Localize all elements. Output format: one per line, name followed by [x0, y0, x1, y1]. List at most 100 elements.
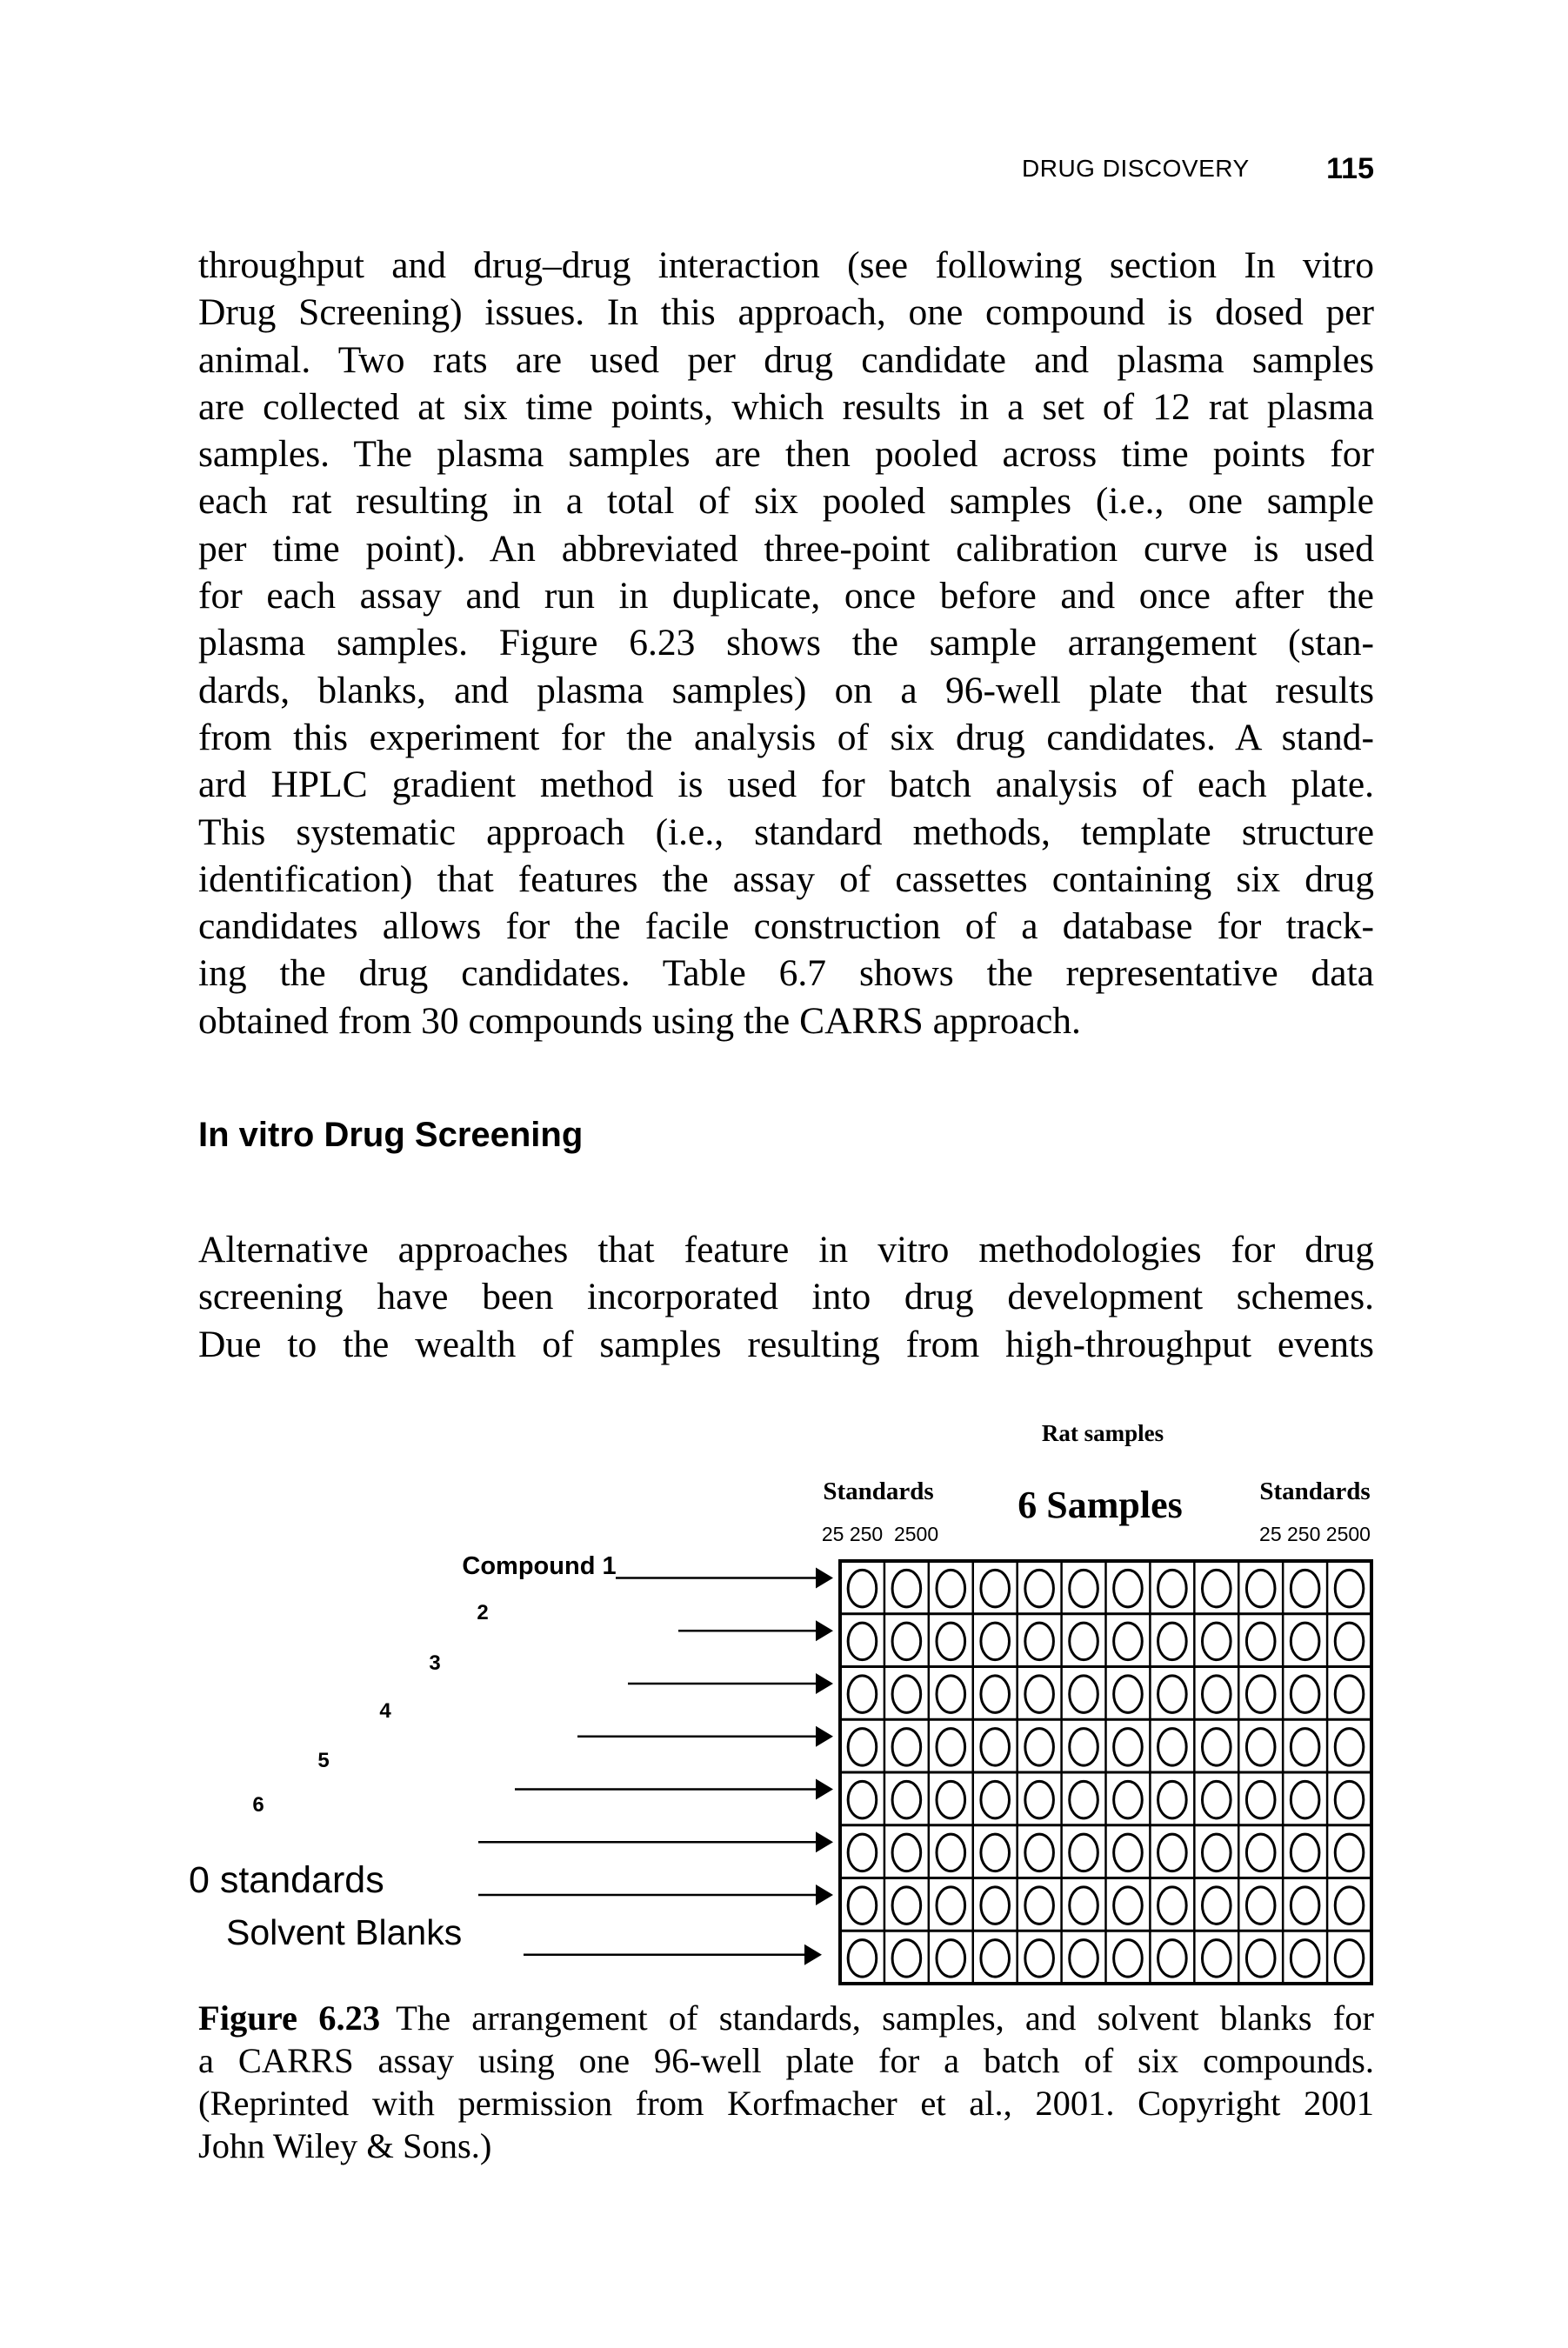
- caption-figure-label: Figure 6.23: [198, 1998, 381, 2038]
- well: [1244, 1832, 1277, 1873]
- text-line: Due to the wealth of samples resulting f…: [198, 1323, 1374, 1365]
- well: [1244, 1568, 1277, 1609]
- well: [1024, 1938, 1055, 1978]
- well: [935, 1621, 967, 1662]
- well: [1244, 1727, 1277, 1767]
- well: [891, 1885, 923, 1925]
- well: [1068, 1938, 1099, 1978]
- text-line: each rat resulting in a total of six poo…: [198, 480, 1374, 523]
- well: [1068, 1832, 1099, 1873]
- well: [979, 1568, 1011, 1609]
- body-paragraph-2: Alternative approaches that feature in v…: [198, 1226, 1374, 1368]
- row-arrows: [478, 1567, 833, 1965]
- text-line: plasma samples. Figure 6.23 shows the sa…: [198, 622, 1374, 664]
- arrowhead-icon: [816, 1884, 833, 1905]
- well: [1024, 1674, 1055, 1714]
- well: [1157, 1727, 1188, 1767]
- well: [846, 1727, 878, 1767]
- well: [1157, 1621, 1188, 1662]
- arrowhead-icon: [816, 1778, 833, 1800]
- text-line: ing the drug candidates. Table 6.7 shows…: [198, 952, 1374, 995]
- well: [1112, 1885, 1144, 1925]
- row-label: 0 standards: [189, 1859, 384, 1901]
- text-line: identification) that features the assay …: [198, 857, 1374, 900]
- well-plate: [838, 1559, 1373, 1985]
- text-line: samples. The plasma samples are then poo…: [198, 433, 1374, 476]
- well: [891, 1832, 923, 1873]
- well: [1200, 1832, 1232, 1873]
- arrowhead-icon: [816, 1672, 833, 1694]
- well: [1024, 1568, 1055, 1609]
- well: [1112, 1779, 1144, 1820]
- body-paragraph-1: throughput and drug–drug interaction (se…: [198, 242, 1374, 1044]
- well: [935, 1832, 967, 1873]
- well: [1068, 1727, 1099, 1767]
- well: [1289, 1727, 1321, 1767]
- row-label: Solvent Blanks: [226, 1912, 462, 1952]
- well: [1200, 1779, 1232, 1820]
- text-line: screening have been incorporated into dr…: [198, 1276, 1374, 1318]
- left-standards-label: Standards: [823, 1478, 933, 1505]
- section-heading: In vitro Drug Screening: [198, 1116, 584, 1154]
- well: [935, 1568, 967, 1609]
- well: [1112, 1727, 1144, 1767]
- well: [846, 1832, 878, 1873]
- well: [935, 1938, 967, 1978]
- row-label: 4: [379, 1699, 391, 1723]
- well: [1289, 1779, 1321, 1820]
- well: [1157, 1779, 1188, 1820]
- well: [1333, 1621, 1365, 1662]
- well: [979, 1621, 1011, 1662]
- well: [1112, 1938, 1144, 1978]
- caption-line: a CARRS assay using one 96-well plate fo…: [198, 2041, 1374, 2080]
- well: [1200, 1885, 1232, 1925]
- row-labels: Compound 1 2 3 4 5 6 0 standards Solvent Blanks: [189, 1552, 617, 1952]
- well: [1289, 1938, 1321, 1978]
- well: [891, 1938, 923, 1978]
- text-line: per time point). An abbreviated three-po…: [198, 527, 1374, 570]
- well: [979, 1727, 1011, 1767]
- well: [1200, 1938, 1232, 1978]
- well: [1157, 1568, 1188, 1609]
- well: [1024, 1621, 1055, 1662]
- well: [1157, 1674, 1188, 1714]
- row-label: 6: [252, 1793, 264, 1817]
- row-label: Compound 1: [462, 1552, 616, 1580]
- well: [1333, 1779, 1365, 1820]
- well: [1024, 1885, 1055, 1925]
- text-line: throughput and drug–drug interaction (se…: [198, 244, 1374, 286]
- well: [1112, 1674, 1144, 1714]
- well: [1200, 1621, 1232, 1662]
- well: [846, 1779, 878, 1820]
- well: [1289, 1674, 1321, 1714]
- well: [1200, 1727, 1232, 1767]
- well: [935, 1727, 967, 1767]
- right-standards-concentrations: 25 250 2500: [1259, 1523, 1371, 1545]
- figure-caption: Figure 6.23 The arrangement of standards,…: [198, 1997, 1374, 2167]
- well: [891, 1674, 923, 1714]
- well: [1157, 1938, 1188, 1978]
- well: [1333, 1885, 1365, 1925]
- well: [891, 1568, 923, 1609]
- well: [1289, 1885, 1321, 1925]
- well: [1244, 1938, 1277, 1978]
- well: [1068, 1621, 1099, 1662]
- well: [1068, 1568, 1099, 1609]
- arrowhead-icon: [816, 1831, 833, 1853]
- well: [1333, 1568, 1365, 1609]
- well: [846, 1674, 878, 1714]
- well: [1244, 1885, 1277, 1925]
- well: [1333, 1674, 1365, 1714]
- well: [1068, 1674, 1099, 1714]
- well: [846, 1621, 878, 1662]
- well: [1157, 1885, 1188, 1925]
- row-label: 2: [477, 1601, 488, 1624]
- text-line: obtained from 30 compounds using the CAR…: [198, 999, 1081, 1042]
- well: [1333, 1727, 1365, 1767]
- well: [1024, 1727, 1055, 1767]
- well: [891, 1727, 923, 1767]
- well: [1333, 1832, 1365, 1873]
- well: [979, 1674, 1011, 1714]
- text-line: Alternative approaches that feature in v…: [198, 1229, 1374, 1271]
- well: [1289, 1621, 1321, 1662]
